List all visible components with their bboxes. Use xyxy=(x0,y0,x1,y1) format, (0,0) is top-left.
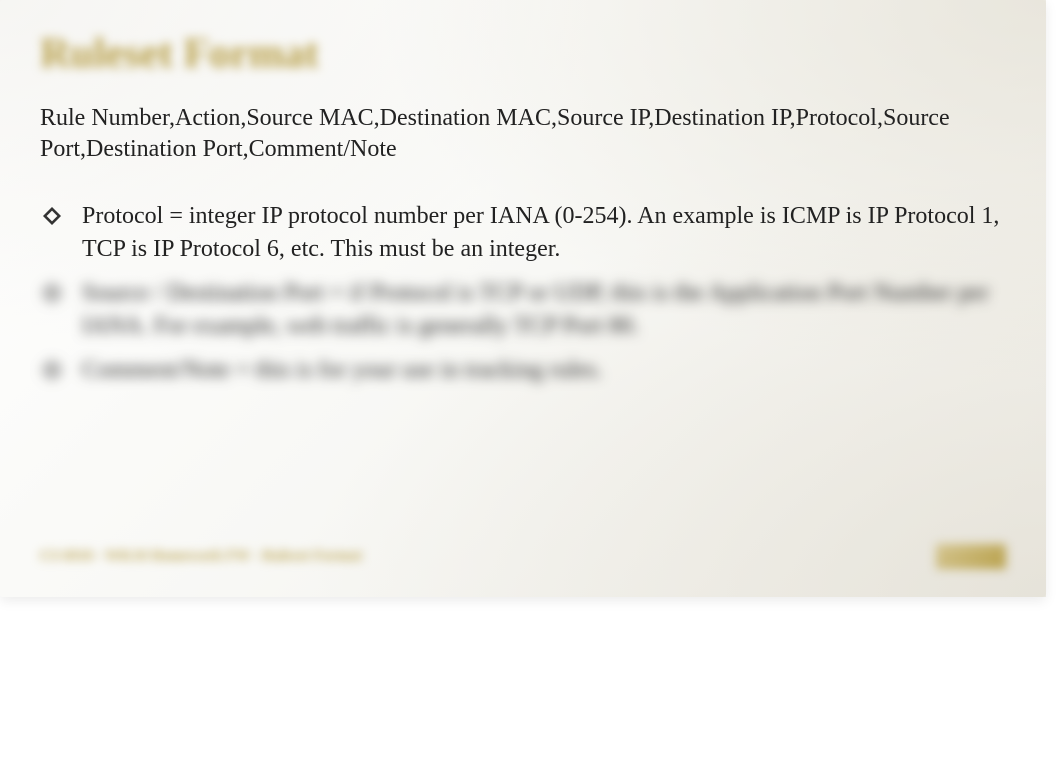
bullet-text: Protocol = integer IP protocol number pe… xyxy=(82,200,1002,265)
bullet-list: Protocol = integer IP protocol number pe… xyxy=(40,200,1006,386)
page-title: Ruleset Format xyxy=(40,30,1006,78)
bullet-item: Source / Destination Port = if Protocol … xyxy=(40,277,1006,342)
diamond-bullet-icon xyxy=(40,358,64,382)
ruleset-format-line: Rule Number,Action,Source MAC,Destinatio… xyxy=(40,103,1000,165)
diamond-bullet-icon xyxy=(40,281,64,305)
footer-text: CS 6910 - WK10 Homework FW - Ruleset For… xyxy=(40,548,362,565)
bullet-text: Comment/Note = this is for your use in t… xyxy=(82,354,1002,386)
footer-logo xyxy=(936,544,1006,569)
bullet-text: Source / Destination Port = if Protocol … xyxy=(82,277,1002,342)
slide-container: Ruleset Format Rule Number,Action,Source… xyxy=(0,0,1046,597)
slide-footer: CS 6910 - WK10 Homework FW - Ruleset For… xyxy=(40,544,1006,569)
bullet-item: Protocol = integer IP protocol number pe… xyxy=(40,200,1006,265)
bullet-item: Comment/Note = this is for your use in t… xyxy=(40,354,1006,386)
diamond-bullet-icon xyxy=(40,204,64,228)
